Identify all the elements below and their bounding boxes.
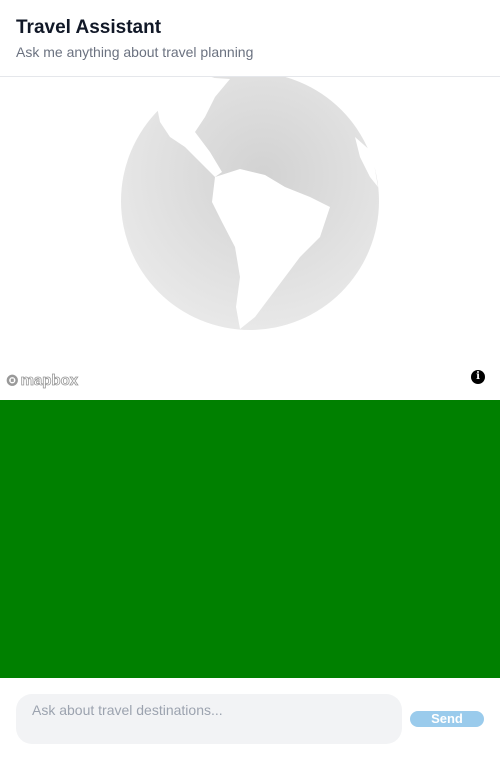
globe [121,77,379,330]
app-header: Travel Assistant Ask me anything about t… [0,0,500,77]
chat-input[interactable] [16,694,402,744]
send-button[interactable]: Send [410,711,484,727]
info-icon[interactable]: i [471,370,485,384]
page-subtitle: Ask me anything about travel planning [16,44,254,60]
mapbox-wordmark: mapbox [20,371,79,389]
mapbox-icon: ⊙ [6,372,19,390]
globe-map[interactable]: ⊙ mapbox i [0,77,500,400]
mapbox-logo[interactable]: ⊙ mapbox [6,371,79,390]
content-panel [0,400,500,678]
page-title: Travel Assistant [16,17,162,38]
